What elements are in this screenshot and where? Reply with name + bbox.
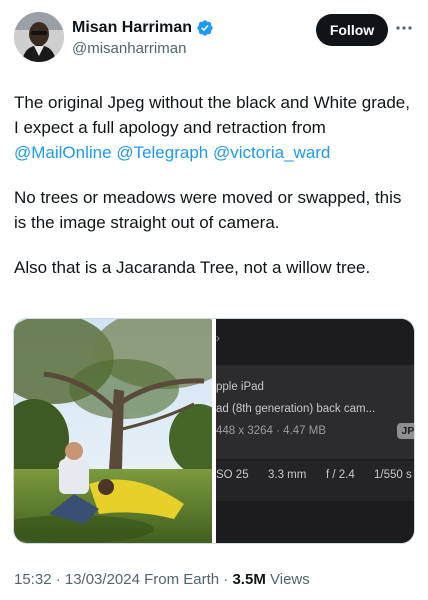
resolution-row: 448 x 3264 · 4.47 MB: [216, 425, 326, 437]
views-label: Views: [270, 571, 310, 588]
timestamp[interactable]: 15:32 · 13/03/2024 From Earth ·: [14, 571, 228, 588]
mention-victoria-ward[interactable]: @victoria_ward: [213, 143, 330, 162]
aperture: f / 2.4: [326, 469, 355, 481]
author-handle[interactable]: @misanharriman: [72, 39, 186, 59]
iso: SO 25: [216, 469, 249, 481]
shutter-speed: 1/550 s: [374, 469, 412, 481]
focal-length: 3.3 mm: [268, 469, 307, 481]
info-bottom-band: [216, 503, 414, 543]
mention-mailonline[interactable]: @MailOnline: [14, 143, 112, 162]
tweet-meta: 15:32 · 13/03/2024 From Earth · 3.5M Vie…: [14, 570, 310, 590]
views-count: 3.5M: [232, 571, 266, 588]
garden-photo[interactable]: [14, 319, 212, 544]
author-name[interactable]: Misan Harriman: [72, 18, 192, 38]
info-exif-band: [216, 461, 414, 501]
tweet-text: The original Jpeg without the black and …: [14, 90, 414, 280]
info-chevron: ›: [216, 333, 220, 345]
tweet-header: Misan Harriman @misanharriman Follow: [14, 12, 414, 64]
camera-name: ad (8th generation) back cam...: [216, 403, 376, 415]
file-size: 4.47 MB: [283, 425, 326, 437]
follow-button[interactable]: Follow: [316, 14, 388, 46]
tweet-paragraph-1: The original Jpeg without the black and …: [14, 90, 414, 165]
more-horizontal-icon[interactable]: [394, 18, 414, 38]
device-name: pple iPad: [216, 381, 264, 393]
separator-dot: ·: [276, 425, 280, 437]
avatar-portrait-image: [14, 12, 64, 62]
info-top-band: [216, 319, 414, 364]
mention-telegraph[interactable]: @Telegraph: [116, 143, 208, 162]
verified-badge-icon: [197, 20, 213, 36]
name-row: Misan Harriman: [72, 18, 214, 38]
tweet-paragraph-2: No trees or meadows were moved or swappe…: [14, 188, 402, 232]
format-badge: JPG: [397, 423, 414, 439]
photo-info-panel[interactable]: › pple iPad ad (8th generation) back cam…: [216, 319, 414, 543]
tweet-line-1: The original Jpeg without the black and …: [14, 93, 410, 137]
resolution: 448 x 3264: [216, 425, 273, 437]
media-grid: › pple iPad ad (8th generation) back cam…: [13, 318, 415, 544]
avatar[interactable]: [14, 12, 64, 62]
tweet-paragraph-3: Also that is a Jacaranda Tree, not a wil…: [14, 258, 371, 277]
